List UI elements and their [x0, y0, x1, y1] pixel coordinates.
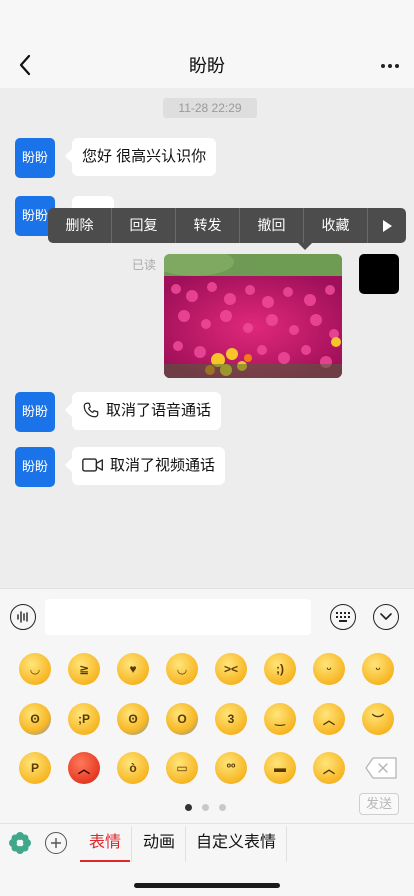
page-indicator	[185, 804, 226, 811]
emoji-flushed[interactable]: ºº	[215, 752, 247, 784]
tab-emoji[interactable]: 表情	[80, 824, 130, 864]
phone-icon	[83, 402, 99, 417]
emoji-tongue-wink[interactable]: ;P	[68, 703, 100, 735]
emoji-settings-button[interactable]	[9, 832, 31, 854]
emoji-cold-sweat[interactable]: ʘ	[117, 703, 149, 735]
menu-delete[interactable]: 删除	[48, 208, 112, 243]
message-voice-call[interactable]: 取消了语音通话	[72, 392, 222, 430]
menu-recall[interactable]: 撤回	[240, 208, 304, 243]
emoji-scream[interactable]: O	[166, 703, 198, 735]
flower-settings-icon	[9, 832, 31, 854]
message-input[interactable]	[45, 599, 311, 635]
page-dot[interactable]	[185, 804, 192, 811]
backspace-icon	[365, 757, 397, 779]
more-dot	[395, 64, 399, 68]
tab-divider	[286, 826, 287, 862]
keyboard-button[interactable]	[330, 604, 356, 630]
chevron-down-circle-icon	[380, 613, 392, 620]
chat-title: 盼盼	[189, 56, 225, 76]
emoji-fearful[interactable]: ʘ	[19, 703, 51, 735]
input-bar	[0, 588, 414, 643]
emoji-tab-bar: 表情 动画 自定义表情	[0, 823, 414, 863]
emoji-sunglasses[interactable]: ▬	[264, 752, 296, 784]
emoji-mask[interactable]: ▭	[166, 752, 198, 784]
more-dots-icon	[381, 64, 385, 68]
emoji-laughing[interactable]: ><	[215, 653, 247, 685]
menu-pointer	[298, 243, 312, 250]
call-status-text: 取消了语音通话	[106, 402, 212, 419]
page-dot[interactable]	[219, 804, 226, 811]
emoji-rage[interactable]: ︿	[68, 752, 100, 784]
home-indicator-bar	[0, 863, 414, 896]
voice-wave-icon	[17, 611, 28, 623]
menu-favorite[interactable]: 收藏	[304, 208, 368, 243]
collapse-button[interactable]	[373, 604, 399, 630]
send-button[interactable]: 发送	[359, 793, 399, 815]
emoji-smirk[interactable]: ‿	[264, 703, 296, 735]
tab-divider	[185, 826, 186, 862]
self-avatar[interactable]	[359, 254, 399, 294]
video-icon	[82, 457, 103, 472]
emoji-sob[interactable]: ︿	[313, 752, 345, 784]
emoji-grin[interactable]: ◡	[19, 653, 51, 685]
call-status-text: 取消了视频通话	[110, 457, 216, 474]
tab-animation[interactable]: 动画	[134, 824, 184, 864]
emoji-triumph[interactable]: ò	[117, 752, 149, 784]
contact-avatar[interactable]: 盼盼	[15, 392, 55, 432]
menu-reply[interactable]: 回复	[112, 208, 176, 243]
timestamp: 11-28 22:29	[163, 98, 257, 118]
tab-divider	[131, 826, 132, 862]
emoji-tongue-squint[interactable]: P	[19, 752, 51, 784]
keyboard-icon	[336, 612, 350, 622]
contact-avatar[interactable]: 盼盼	[15, 447, 55, 487]
contact-avatar[interactable]: 盼盼	[15, 138, 55, 178]
voice-button[interactable]	[10, 604, 36, 630]
page-dot[interactable]	[202, 804, 209, 811]
home-indicator	[134, 883, 280, 888]
message-video-call[interactable]: 取消了视频通话	[72, 447, 226, 485]
menu-more-button[interactable]	[368, 208, 406, 243]
message-bubble-text[interactable]: 您好 很高兴认识你	[72, 138, 217, 176]
flower-photo	[164, 254, 342, 378]
add-emoji-button[interactable]	[45, 832, 67, 854]
emoji-sweat-smile[interactable]: ◡	[166, 653, 198, 685]
emoji-blush[interactable]: ᵕ	[362, 653, 394, 685]
emoji-delete-button[interactable]	[364, 756, 398, 780]
tab-custom-emoji[interactable]: 自定义表情	[190, 824, 282, 864]
emoji-angry[interactable]: ︿	[313, 703, 345, 735]
nav-header: 盼盼	[0, 0, 414, 88]
more-dot	[388, 64, 392, 68]
play-right-icon	[383, 219, 392, 232]
plus-circle-icon	[51, 838, 61, 848]
emoji-tears-of-joy[interactable]: ≧	[68, 653, 100, 685]
emoji-downcast-sweat[interactable]: ︶	[362, 703, 394, 735]
more-button[interactable]	[378, 56, 402, 76]
emoji-heart-eyes[interactable]: ♥	[117, 653, 149, 685]
message-image[interactable]	[164, 254, 342, 378]
emoji-kissing-heart[interactable]: 3	[215, 703, 247, 735]
emoji-yum[interactable]: ᵕ	[313, 653, 345, 685]
read-status: 已读	[132, 258, 157, 272]
message-context-menu: 删除 回复 转发 撤回 收藏	[48, 208, 406, 250]
emoji-panel	[0, 643, 414, 823]
menu-forward[interactable]: 转发	[176, 208, 240, 243]
emoji-wink[interactable]: ;)	[264, 653, 296, 685]
